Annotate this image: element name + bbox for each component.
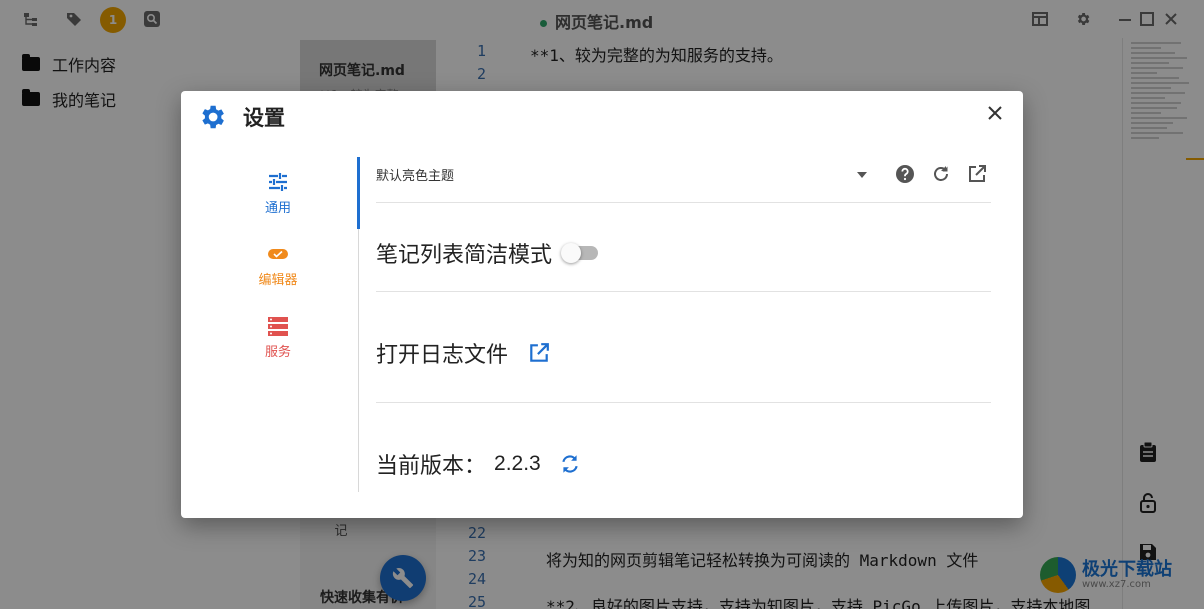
close-icon[interactable] — [985, 105, 1005, 125]
settings-dialog: 设置 通用 编辑器 服务 默认亮色主题 笔记列表简洁模式 打开日志文件 当前版本… — [181, 91, 1023, 518]
settings-content: 默认亮色主题 笔记列表简洁模式 打开日志文件 当前版本： 2.2.3 — [376, 155, 991, 479]
theme-select-value: 默认亮色主题 — [376, 169, 455, 184]
chevron-down-icon — [857, 172, 867, 178]
simple-mode-label: 笔记列表简洁模式 — [376, 243, 553, 268]
version-value: 2.2.3 — [494, 452, 541, 475]
nav-active-indicator — [357, 157, 360, 229]
row-divider — [376, 402, 991, 403]
server-icon — [268, 316, 288, 336]
row-divider — [376, 291, 991, 292]
version-label: 当前版本： — [376, 454, 487, 479]
simple-mode-toggle[interactable] — [561, 243, 599, 263]
dialog-header: 设置 — [197, 101, 285, 133]
pen-icon — [268, 248, 288, 259]
nav-item-editor[interactable]: 编辑器 — [233, 229, 323, 301]
theme-select[interactable]: 默认亮色主题 — [376, 155, 875, 203]
nav-item-service[interactable]: 服务 — [233, 301, 323, 373]
row-divider — [376, 202, 991, 203]
help-icon[interactable] — [894, 163, 916, 185]
sliders-icon — [269, 172, 287, 191]
nav-label: 编辑器 — [258, 272, 298, 288]
nav-label: 服务 — [264, 344, 291, 360]
external-link-icon[interactable] — [966, 163, 988, 185]
nav-label: 通用 — [264, 200, 291, 216]
check-update-icon[interactable] — [559, 453, 581, 475]
settings-nav: 通用 编辑器 服务 — [233, 157, 323, 373]
simple-mode-row: 笔记列表简洁模式 — [376, 237, 599, 269]
open-external-icon[interactable] — [528, 342, 550, 364]
nav-item-general[interactable]: 通用 — [233, 157, 323, 229]
gear-icon — [202, 105, 224, 129]
refresh-icon[interactable] — [930, 163, 952, 185]
theme-tools — [894, 163, 988, 185]
theme-row: 默认亮色主题 — [376, 155, 991, 203]
version-row: 当前版本： 2.2.3 — [376, 448, 581, 480]
open-log-row: 打开日志文件 — [376, 337, 550, 369]
dialog-title: 设置 — [243, 106, 285, 130]
open-log-label: 打开日志文件 — [376, 343, 509, 368]
